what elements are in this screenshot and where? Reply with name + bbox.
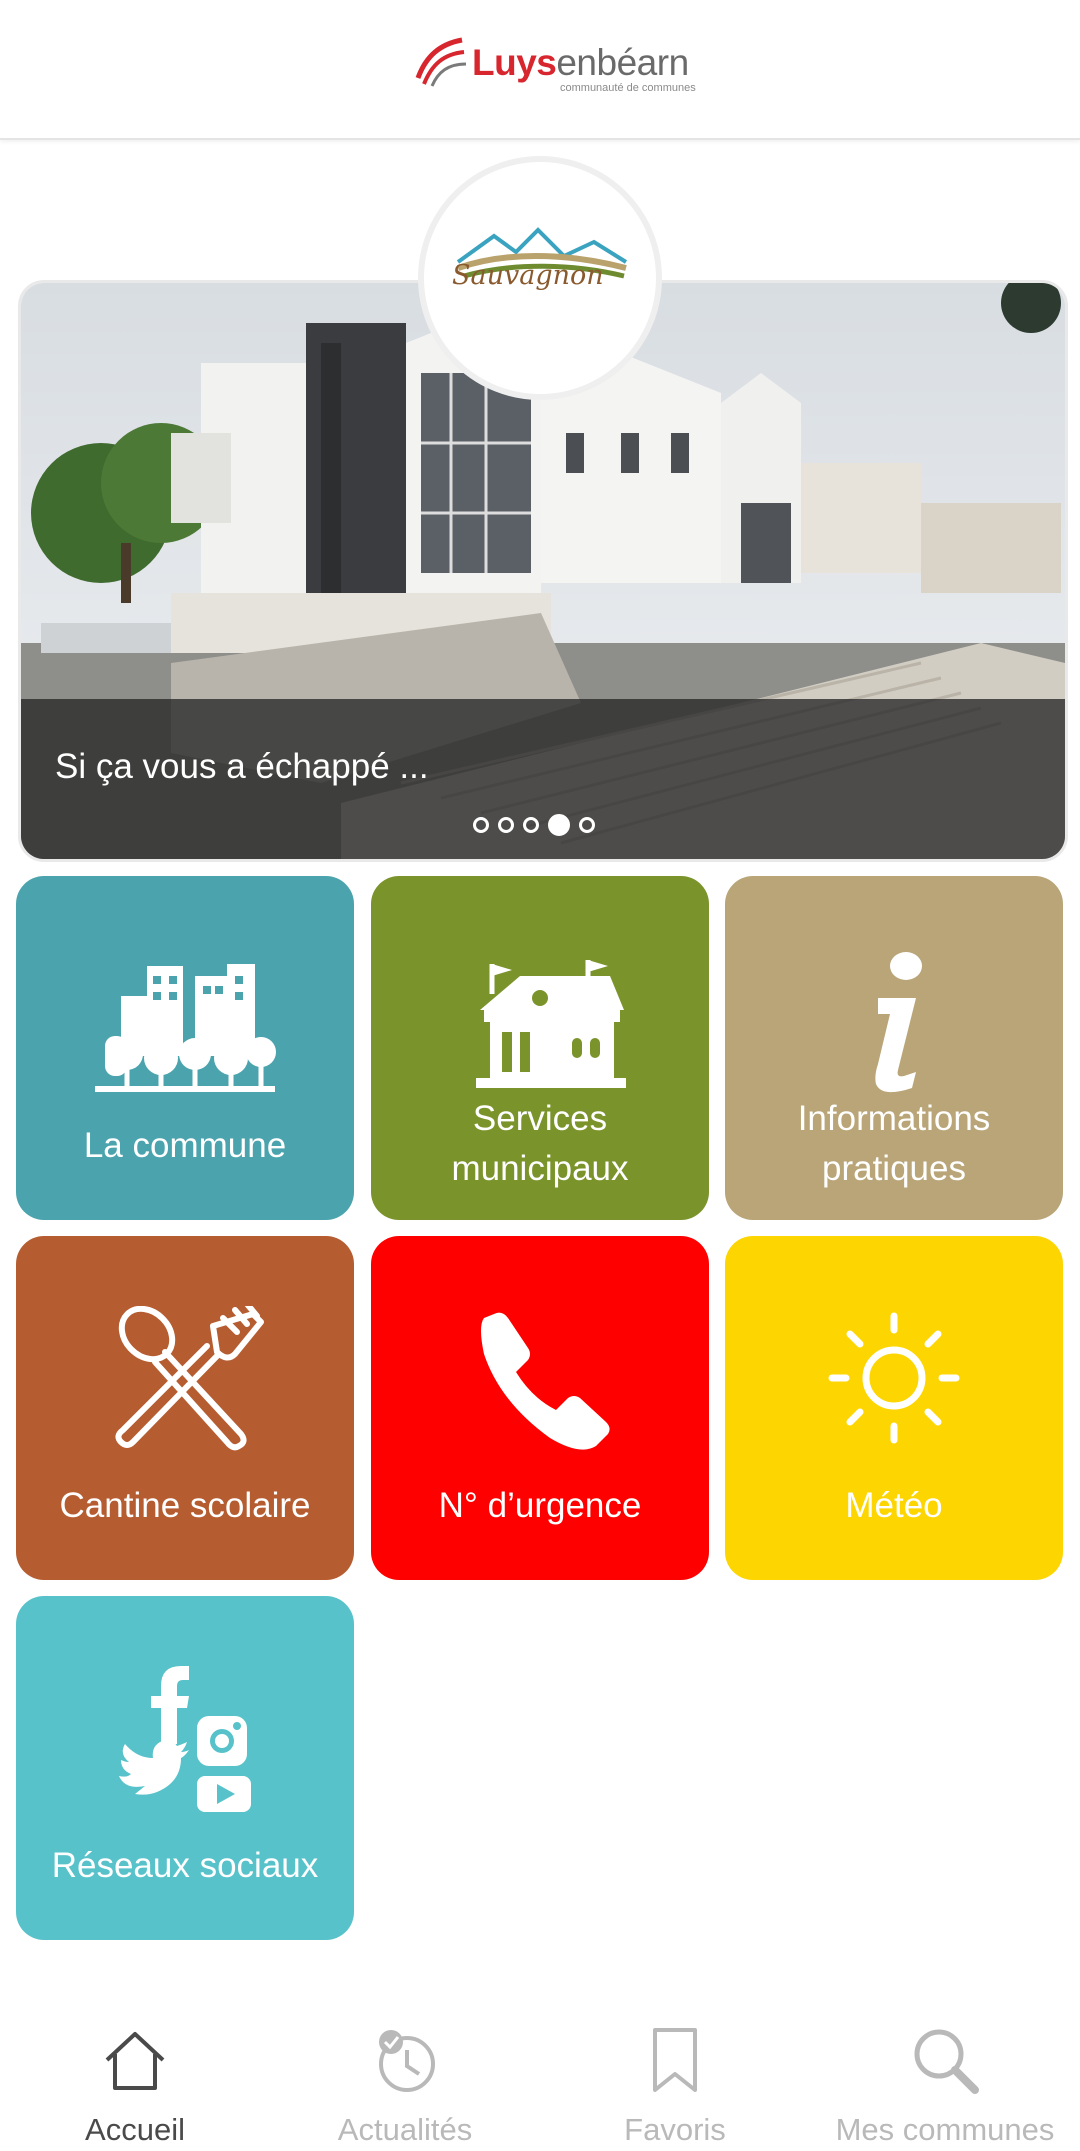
tile-cantine-scolaire[interactable]: Cantine scolaire — [16, 1236, 354, 1580]
tile-meteo[interactable]: Météo — [725, 1236, 1063, 1580]
brand-wordmark: Luysenbéarn — [472, 42, 689, 83]
tile-numero-urgence[interactable]: N° d’urgence — [371, 1236, 709, 1580]
caption-bar: Si ça vous a échappé ... — [21, 699, 1065, 859]
tile-label: N° d’urgence — [438, 1486, 642, 1525]
app-header: Luysenbéarn communauté de communes — [0, 0, 1080, 140]
carousel-dot[interactable] — [498, 817, 514, 833]
tile-label: Informations pratiques — [797, 1099, 991, 1188]
tile-label: La commune — [83, 1126, 287, 1165]
nav-label: Actualités — [337, 2112, 473, 2147]
nav-mes-communes[interactable]: Mes communes — [820, 2010, 1070, 2151]
tile-label: Services municipaux — [451, 1099, 629, 1188]
spoon-fork-icon — [115, 1306, 264, 1451]
social-media-icon — [119, 1666, 251, 1812]
tile-reseaux-sociaux[interactable]: Réseaux sociaux — [16, 1596, 354, 1940]
nav-label: Accueil — [85, 2112, 185, 2147]
carousel-dot-active[interactable] — [548, 814, 570, 836]
nav-label: Favoris — [624, 2112, 726, 2147]
search-icon — [914, 2029, 979, 2094]
emblem-text: Sauvagnon — [452, 260, 604, 291]
nav-actualites[interactable]: Actualités — [310, 2010, 500, 2151]
bookmark-icon — [653, 2028, 697, 2092]
tile-informations-pratiques[interactable]: Informations pratiques — [725, 876, 1063, 1220]
carousel-dots — [473, 814, 595, 836]
tile-la-commune[interactable]: La commune — [16, 876, 354, 1220]
nav-favoris[interactable]: Favoris — [580, 2010, 770, 2151]
tile-label: Réseaux sociaux — [51, 1846, 319, 1885]
brand-tagline: communauté de communes — [560, 82, 696, 94]
nav-label: Mes communes — [835, 2112, 1055, 2147]
bottom-nav: Accueil Actualités Favoris Mes communes — [0, 2010, 1080, 2151]
news-clock-icon — [379, 2030, 435, 2092]
phone-icon — [481, 1312, 610, 1450]
carousel-dot[interactable] — [523, 817, 539, 833]
brand-swoosh-icon — [415, 37, 467, 87]
tile-label: Météo — [845, 1486, 943, 1525]
city-icon — [95, 964, 276, 1092]
tile-label: Cantine scolaire — [59, 1486, 311, 1525]
commune-emblem: Sauvagnon — [418, 156, 662, 400]
carousel-dot[interactable] — [473, 817, 489, 833]
info-icon — [875, 952, 922, 1093]
home-icon — [105, 2032, 165, 2090]
nav-accueil[interactable]: Accueil — [40, 2010, 230, 2151]
town-hall-icon — [476, 960, 626, 1088]
tile-services-municipaux[interactable]: Services municipaux — [371, 876, 709, 1220]
brand-logo: Luysenbéarn communauté de communes — [412, 30, 696, 94]
sun-icon — [828, 1312, 960, 1444]
carousel-caption[interactable]: Si ça vous a échappé ... — [55, 747, 429, 787]
carousel-dot[interactable] — [579, 817, 595, 833]
